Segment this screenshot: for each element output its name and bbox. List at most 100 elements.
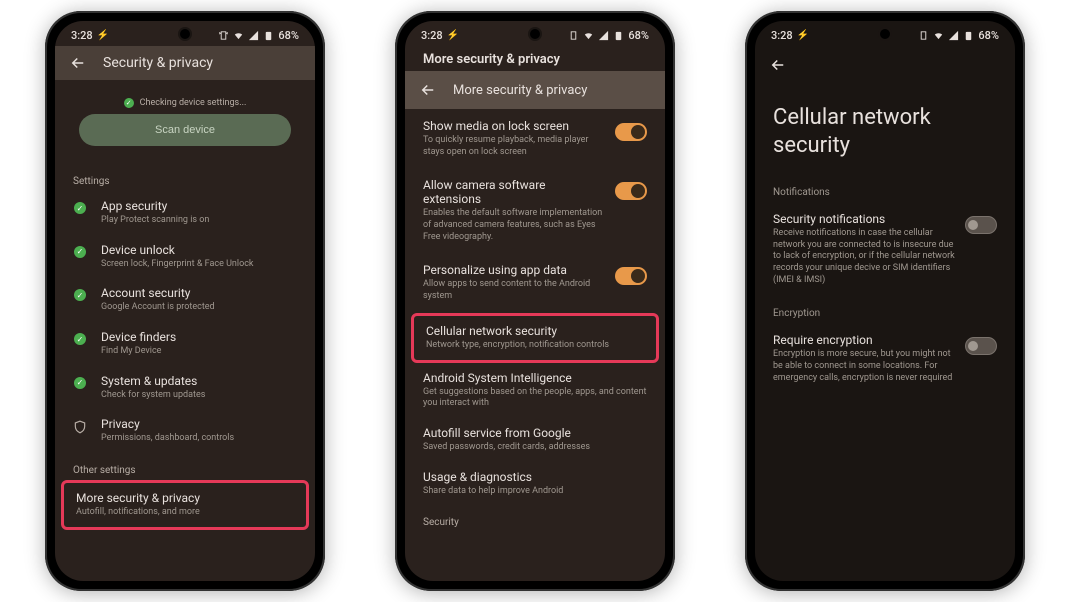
row-sub: Find My Device xyxy=(101,346,297,358)
vibrate-icon xyxy=(218,30,229,41)
vibrate-icon xyxy=(568,30,579,41)
camera-cutout xyxy=(880,29,890,39)
row-title: System & updates xyxy=(101,374,297,388)
subheader: More security & privacy xyxy=(405,71,665,109)
row-sub: Encryption is more secure, but you might… xyxy=(773,349,955,384)
row-title: Device finders xyxy=(101,330,297,344)
row-device-unlock[interactable]: ✓ Device unlock Screen lock, Fingerprint… xyxy=(55,235,315,279)
check-icon: ✓ xyxy=(74,377,86,389)
battery-percent: 68% xyxy=(978,29,999,42)
row-title: Require encryption xyxy=(773,333,955,347)
row-show-media[interactable]: Show media on lock screen To quickly res… xyxy=(405,109,665,168)
scan-card: ✓ Checking device settings... Scan devic… xyxy=(69,88,301,156)
back-button[interactable] xyxy=(69,54,87,72)
row-more-security[interactable]: More security & privacy Autofill, notifi… xyxy=(64,483,306,527)
row-title: Show media on lock screen xyxy=(423,119,605,133)
page-title: Cellular network security xyxy=(755,84,1015,175)
bolt-icon: ⚡ xyxy=(97,30,109,41)
row-sub: Share data to help improve Android xyxy=(423,486,647,498)
shield-icon xyxy=(73,417,87,434)
toggle-camera-ext[interactable] xyxy=(615,182,647,200)
row-sub: Network type, encryption, notification c… xyxy=(426,340,644,352)
toggle-require-encryption[interactable] xyxy=(965,337,997,355)
row-title: More security & privacy xyxy=(76,491,294,505)
page-title: Security & privacy xyxy=(103,55,213,71)
wifi-icon xyxy=(233,30,244,41)
subheader-title: More security & privacy xyxy=(453,83,587,98)
row-camera-ext[interactable]: Allow camera software extensions Enables… xyxy=(405,168,665,253)
row-title: Allow camera software extensions xyxy=(423,178,605,206)
section-notifications: Notifications xyxy=(755,175,1015,202)
section-settings: Settings xyxy=(55,164,315,191)
battery-icon xyxy=(963,30,974,41)
row-sub: Allow apps to send content to the Androi… xyxy=(423,279,605,302)
row-title: App security xyxy=(101,199,297,213)
battery-percent: 68% xyxy=(628,29,649,42)
highlight-more-security: More security & privacy Autofill, notifi… xyxy=(61,480,309,530)
row-sub: Saved passwords, credit cards, addresses xyxy=(423,442,647,454)
back-button[interactable] xyxy=(769,56,787,74)
phone-frame-2: 3:28 ⚡ 68% More security & privacy More … xyxy=(395,11,675,591)
row-title: Autofill service from Google xyxy=(423,426,647,440)
row-title: Android System Intelligence xyxy=(423,371,647,385)
status-time: 3:28 xyxy=(771,29,793,42)
toggle-personalize[interactable] xyxy=(615,267,647,285)
header-bar xyxy=(755,46,1015,84)
row-title: Account security xyxy=(101,286,297,300)
row-app-security[interactable]: ✓ App security Play Protect scanning is … xyxy=(55,191,315,235)
battery-percent: 68% xyxy=(278,29,299,42)
page-title: More security & privacy xyxy=(405,46,665,71)
highlight-cellular: Cellular network security Network type, … xyxy=(411,313,659,363)
signal-icon xyxy=(248,30,259,41)
status-time: 3:28 xyxy=(421,29,443,42)
row-security-notifications[interactable]: Security notifications Receive notificat… xyxy=(755,202,1015,296)
signal-icon xyxy=(598,30,609,41)
row-autofill[interactable]: Autofill service from Google Saved passw… xyxy=(405,418,665,462)
vibrate-icon xyxy=(918,30,929,41)
row-account-security[interactable]: ✓ Account security Google Account is pro… xyxy=(55,278,315,322)
section-security: Security xyxy=(405,505,665,532)
check-icon: ✓ xyxy=(74,333,86,345)
row-sub: Play Protect scanning is on xyxy=(101,215,297,227)
check-icon: ✓ xyxy=(124,98,134,108)
bolt-icon: ⚡ xyxy=(797,30,809,41)
battery-icon xyxy=(263,30,274,41)
row-title: Device unlock xyxy=(101,243,297,257)
screen-2: 3:28 ⚡ 68% More security & privacy More … xyxy=(405,21,665,581)
battery-icon xyxy=(613,30,624,41)
row-title: Privacy xyxy=(101,417,297,431)
section-encryption: Encryption xyxy=(755,296,1015,323)
row-sub: Permissions, dashboard, controls xyxy=(101,433,297,445)
row-sub: Google Account is protected xyxy=(101,302,297,314)
row-personalize[interactable]: Personalize using app data Allow apps to… xyxy=(405,253,665,312)
row-require-encryption[interactable]: Require encryption Encryption is more se… xyxy=(755,323,1015,394)
row-cellular-security[interactable]: Cellular network security Network type, … xyxy=(414,316,656,360)
row-asi[interactable]: Android System Intelligence Get suggesti… xyxy=(405,363,665,418)
row-title: Personalize using app data xyxy=(423,263,605,277)
row-sub: Enables the default software implementat… xyxy=(423,208,605,243)
check-icon: ✓ xyxy=(74,289,86,301)
row-usage[interactable]: Usage & diagnostics Share data to help i… xyxy=(405,462,665,506)
signal-icon xyxy=(948,30,959,41)
row-privacy[interactable]: Privacy Permissions, dashboard, controls xyxy=(55,409,315,453)
bolt-icon: ⚡ xyxy=(447,30,459,41)
screen-3: 3:28 ⚡ 68% Cellular network security Not… xyxy=(755,21,1015,581)
back-button[interactable] xyxy=(419,81,437,99)
wifi-icon xyxy=(933,30,944,41)
row-title: Security notifications xyxy=(773,212,955,226)
row-title: Cellular network security xyxy=(426,324,644,338)
row-title: Usage & diagnostics xyxy=(423,470,647,484)
phone-frame-3: 3:28 ⚡ 68% Cellular network security Not… xyxy=(745,11,1025,591)
row-device-finders[interactable]: ✓ Device finders Find My Device xyxy=(55,322,315,366)
toggle-show-media[interactable] xyxy=(615,123,647,141)
scan-device-button[interactable]: Scan device xyxy=(79,114,291,146)
toggle-security-notifications[interactable] xyxy=(965,216,997,234)
scan-status-text: Checking device settings... xyxy=(140,98,247,108)
screen-1: 3:28 ⚡ 68% Security & privacy ✓ Checking xyxy=(55,21,315,581)
phone-frame-1: 3:28 ⚡ 68% Security & privacy ✓ Checking xyxy=(45,11,325,591)
camera-cutout xyxy=(180,29,190,39)
row-sub: To quickly resume playback, media player… xyxy=(423,135,605,158)
row-system-updates[interactable]: ✓ System & updates Check for system upda… xyxy=(55,366,315,410)
row-sub: Check for system updates xyxy=(101,390,297,402)
row-sub: Receive notifications in case the cellul… xyxy=(773,228,955,286)
